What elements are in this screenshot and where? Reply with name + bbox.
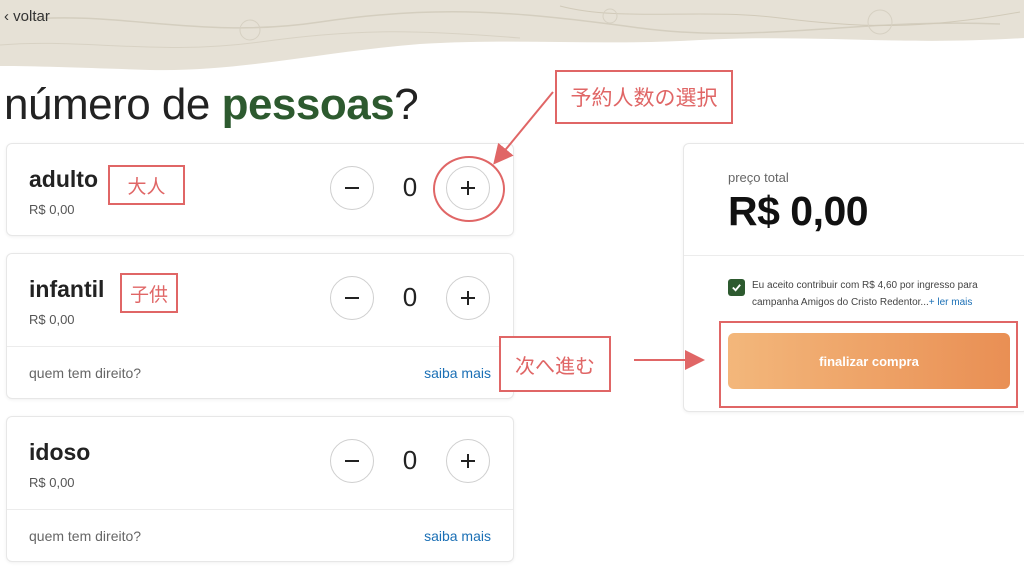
summary-divider: [684, 255, 1024, 256]
annotation-adult: 大人: [108, 165, 185, 205]
page-title-suffix: ?: [394, 80, 419, 129]
plus-icon: [461, 454, 475, 468]
total-label: preço total: [728, 170, 789, 185]
ticket-card-idoso: idoso R$ 0,00 0 quem tem direito? saiba …: [6, 416, 514, 562]
eligibility-text: quem tem direito?: [29, 528, 142, 544]
donation-consent-checkbox[interactable]: [728, 279, 745, 296]
page-title: número de pessoas?: [4, 80, 419, 130]
learn-more-link[interactable]: saiba mais: [424, 528, 491, 544]
annotation-child: 子供: [120, 273, 178, 313]
increase-button[interactable]: [446, 276, 490, 320]
decrease-button[interactable]: [330, 439, 374, 483]
annotation-highlight-frame: [719, 321, 1018, 408]
annotation-highlight-ring: [433, 156, 505, 222]
ticket-card-infantil: infantil R$ 0,00 0 quem tem direito? sai…: [6, 253, 514, 399]
category-price: R$ 0,00: [29, 312, 75, 327]
annotation-select-count: 予約人数の選択: [555, 70, 733, 124]
map-header-banner: [0, 0, 1024, 71]
learn-more-link[interactable]: saiba mais: [424, 365, 491, 381]
read-more-link[interactable]: + ler mais: [929, 297, 973, 308]
card-divider: [7, 346, 513, 347]
card-divider: [7, 509, 513, 510]
decrease-button[interactable]: [330, 276, 374, 320]
quantity-value: 0: [402, 282, 418, 312]
increase-button[interactable]: [446, 439, 490, 483]
donation-consent-text: Eu aceito contribuir com R$ 4,60 por ing…: [752, 277, 1014, 311]
back-link[interactable]: ‹ voltar: [4, 8, 50, 25]
category-name: infantil: [29, 276, 105, 302]
checkmark-icon: [732, 284, 741, 292]
minus-icon: [345, 187, 359, 189]
minus-icon: [345, 297, 359, 299]
page-title-prefix: número de: [4, 80, 222, 129]
category-name: adulto: [29, 166, 98, 192]
decrease-button[interactable]: [330, 166, 374, 210]
quantity-value: 0: [402, 445, 418, 475]
quantity-value: 0: [402, 172, 418, 202]
plus-icon: [461, 291, 475, 305]
category-price: R$ 0,00: [29, 202, 75, 217]
page-title-highlight: pessoas: [221, 80, 395, 129]
eligibility-text: quem tem direito?: [29, 365, 142, 381]
category-name: idoso: [29, 439, 91, 465]
total-price: R$ 0,00: [728, 188, 869, 234]
category-price: R$ 0,00: [29, 475, 75, 490]
annotation-next: 次へ進む: [499, 336, 611, 392]
minus-icon: [345, 460, 359, 462]
